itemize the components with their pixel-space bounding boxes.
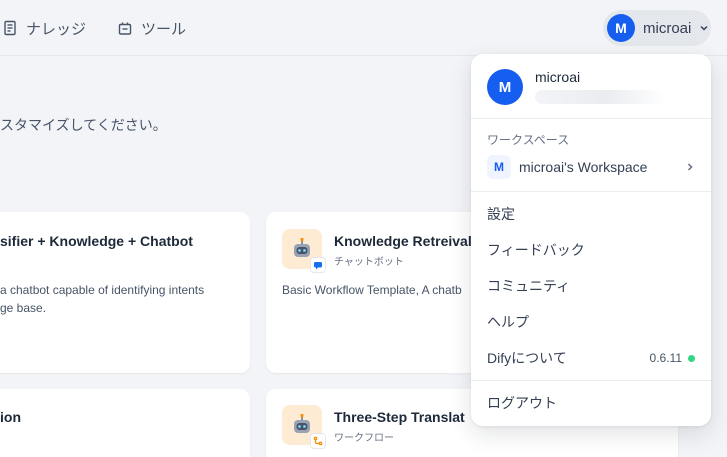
workspace-name: microai's Workspace: [519, 159, 648, 175]
avatar: M: [607, 14, 635, 42]
chevron-right-icon: [687, 163, 693, 171]
menu-item-about[interactable]: Difyについて 0.6.11: [487, 346, 727, 370]
version-number: 0.6.11: [649, 351, 682, 365]
card-description-line: a chatbot capable of identifying intents: [0, 283, 205, 297]
chevron-down-icon: [700, 25, 708, 31]
workspace-section-label: ワークスペース: [487, 133, 570, 147]
card-title: Three-Step Translat: [334, 409, 465, 425]
menu-item-help[interactable]: ヘルプ: [487, 310, 695, 334]
status-dot-icon: [688, 354, 695, 362]
user-email-blurred: [535, 90, 665, 104]
workflow-icon: [310, 433, 326, 449]
menu-item-logout[interactable]: ログアウト: [487, 391, 695, 415]
app-template-card[interactable]: sifier + Knowledge + Chatbot a chatbot c…: [0, 212, 250, 373]
account-name: microai: [643, 19, 692, 37]
card-description-line: ge base.: [0, 301, 47, 315]
account-menu-button[interactable]: M microai: [603, 10, 711, 46]
book-icon: [4, 20, 16, 36]
menu-item-about-label: Difyについて: [487, 350, 567, 366]
robot-icon: [282, 405, 326, 449]
workspace-icon: M: [487, 155, 511, 179]
account-dropdown: M microai ワークスペース M microai's Workspace …: [471, 54, 711, 426]
divider: [471, 118, 711, 119]
card-title: ion: [0, 409, 21, 425]
card-title: Knowledge Retreival: [334, 233, 472, 249]
nav-knowledge-label: ナレッジ: [26, 20, 87, 38]
user-name: microai: [535, 69, 581, 85]
card-description: Basic Workflow Template, A chatb: [282, 283, 462, 297]
app-template-card[interactable]: ion: [0, 389, 250, 457]
nav-tools[interactable]: ツール: [117, 16, 186, 40]
menu-item-community[interactable]: コミュニティ: [487, 274, 695, 298]
menu-item-settings[interactable]: 設定: [487, 202, 695, 226]
divider: [471, 380, 711, 381]
workspace-switcher[interactable]: M microai's Workspace: [487, 155, 695, 179]
divider: [471, 191, 711, 192]
robot-icon: [282, 229, 326, 273]
nav-tools-label: ツール: [141, 20, 187, 38]
page-subtitle: スタマイズしてください。: [0, 117, 167, 133]
toolbox-icon: [118, 22, 132, 35]
card-title: sifier + Knowledge + Chatbot: [0, 233, 193, 249]
card-type: ワークフロー: [334, 433, 394, 444]
nav-knowledge[interactable]: ナレッジ: [2, 16, 86, 40]
card-description: a chatbot capable of identifying intents…: [0, 281, 204, 317]
version-info: 0.6.11: [650, 346, 695, 370]
card-type: チャットボット: [334, 257, 404, 268]
chat-bubble-icon: [310, 257, 326, 273]
top-navbar: ナレッジ ツール M microai: [0, 0, 727, 56]
avatar: M: [487, 69, 523, 105]
menu-item-feedback[interactable]: フィードバック: [487, 238, 695, 262]
